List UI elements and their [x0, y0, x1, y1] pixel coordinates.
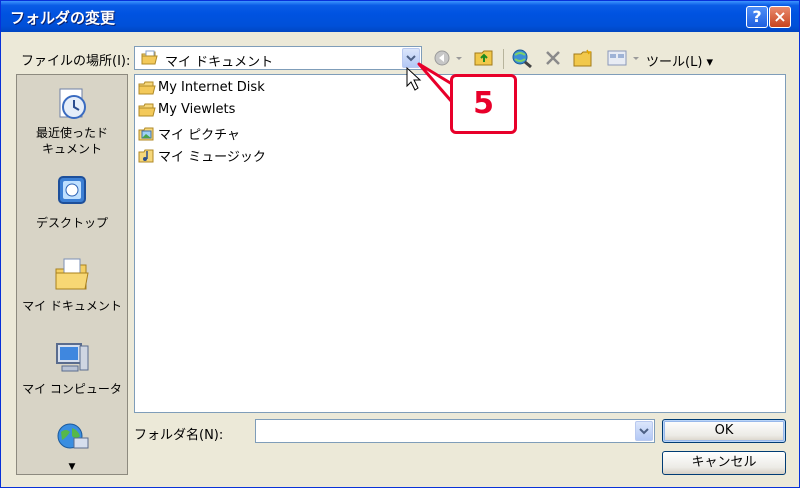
my-pictures-folder-icon [138, 127, 156, 141]
my-music-folder-icon [138, 149, 156, 163]
places-item-label: デスクトップ [35, 216, 108, 230]
up-folder-icon [474, 50, 493, 66]
list-item[interactable]: My Viewlets [138, 102, 235, 122]
places-item-network[interactable]: ▼ [17, 420, 127, 472]
close-button[interactable]: × [769, 6, 791, 28]
location-label: ファイルの場所(I): [21, 54, 131, 69]
file-name: My Viewlets [158, 102, 236, 117]
folder-name-input[interactable] [255, 419, 655, 443]
list-item[interactable]: マイ ピクチャ [138, 124, 240, 144]
my-documents-small-icon [141, 50, 159, 70]
delete-icon [546, 51, 560, 65]
chevron-down-icon [639, 428, 649, 435]
location-value: マイ ドキュメント [165, 55, 274, 70]
toolbar-separator [503, 49, 504, 69]
file-name: マイ ピクチャ [158, 128, 241, 143]
folder-icon [138, 81, 156, 95]
window-title: フォルダの変更 [10, 9, 116, 27]
new-folder-button[interactable] [571, 47, 595, 71]
file-name: マイ ミュージック [158, 150, 266, 165]
up-folder-button[interactable] [472, 47, 496, 71]
search-web-button[interactable] [510, 47, 534, 71]
places-item-my-computer[interactable]: マイ コンピュータ [17, 338, 127, 397]
scroll-down-arrow-icon[interactable]: ▼ [17, 462, 127, 472]
title-bar[interactable]: フォルダの変更 ? × [1, 1, 799, 32]
my-computer-icon [52, 338, 92, 378]
view-menu-button[interactable] [605, 47, 629, 71]
help-icon: ? [752, 7, 762, 26]
recent-documents-icon [52, 83, 92, 123]
caret-down-icon [633, 57, 639, 60]
folder-icon [138, 103, 156, 117]
help-button[interactable]: ? [746, 6, 768, 28]
view-menu-icon [607, 50, 627, 66]
search-globe-icon [512, 49, 532, 69]
places-item-recent[interactable]: 最近使ったド キュメント [17, 83, 127, 157]
delete-button[interactable] [542, 47, 564, 71]
folder-name-dropdown-button[interactable] [635, 421, 653, 441]
folder-change-dialog: フォルダの変更 ? × ファイルの場所(I): マイ ドキュメント ツール(L)… [0, 0, 800, 488]
places-item-desktop[interactable]: デスクトップ [17, 172, 127, 231]
location-dropdown[interactable]: マイ ドキュメント [134, 46, 422, 70]
file-name: My Internet Disk [158, 80, 265, 95]
places-bar: 最近使ったド キュメント デスクトップ マイ ドキュメント マイ コンピュータ … [16, 74, 128, 475]
places-item-label: マイ コンピュータ [22, 382, 122, 396]
new-folder-icon [573, 49, 592, 67]
step-number-badge: 5 [450, 74, 517, 134]
cancel-button[interactable]: キャンセル [662, 451, 786, 475]
ok-button[interactable]: OK [662, 419, 786, 443]
view-dropdown[interactable] [631, 47, 641, 71]
places-item-label: 最近使ったド キュメント [35, 126, 108, 156]
places-item-label: マイ ドキュメント [22, 299, 122, 313]
close-icon: × [773, 7, 787, 26]
my-network-icon [52, 420, 92, 460]
list-item[interactable]: マイ ミュージック [138, 146, 266, 166]
my-documents-icon [52, 255, 92, 295]
places-item-my-documents[interactable]: マイ ドキュメント [17, 255, 127, 314]
desktop-icon [52, 172, 92, 212]
tools-menu[interactable]: ツール(L) ▾ [646, 51, 713, 70]
list-item[interactable]: My Internet Disk [138, 80, 265, 100]
folder-name-label: フォルダ名(N): [134, 428, 224, 443]
